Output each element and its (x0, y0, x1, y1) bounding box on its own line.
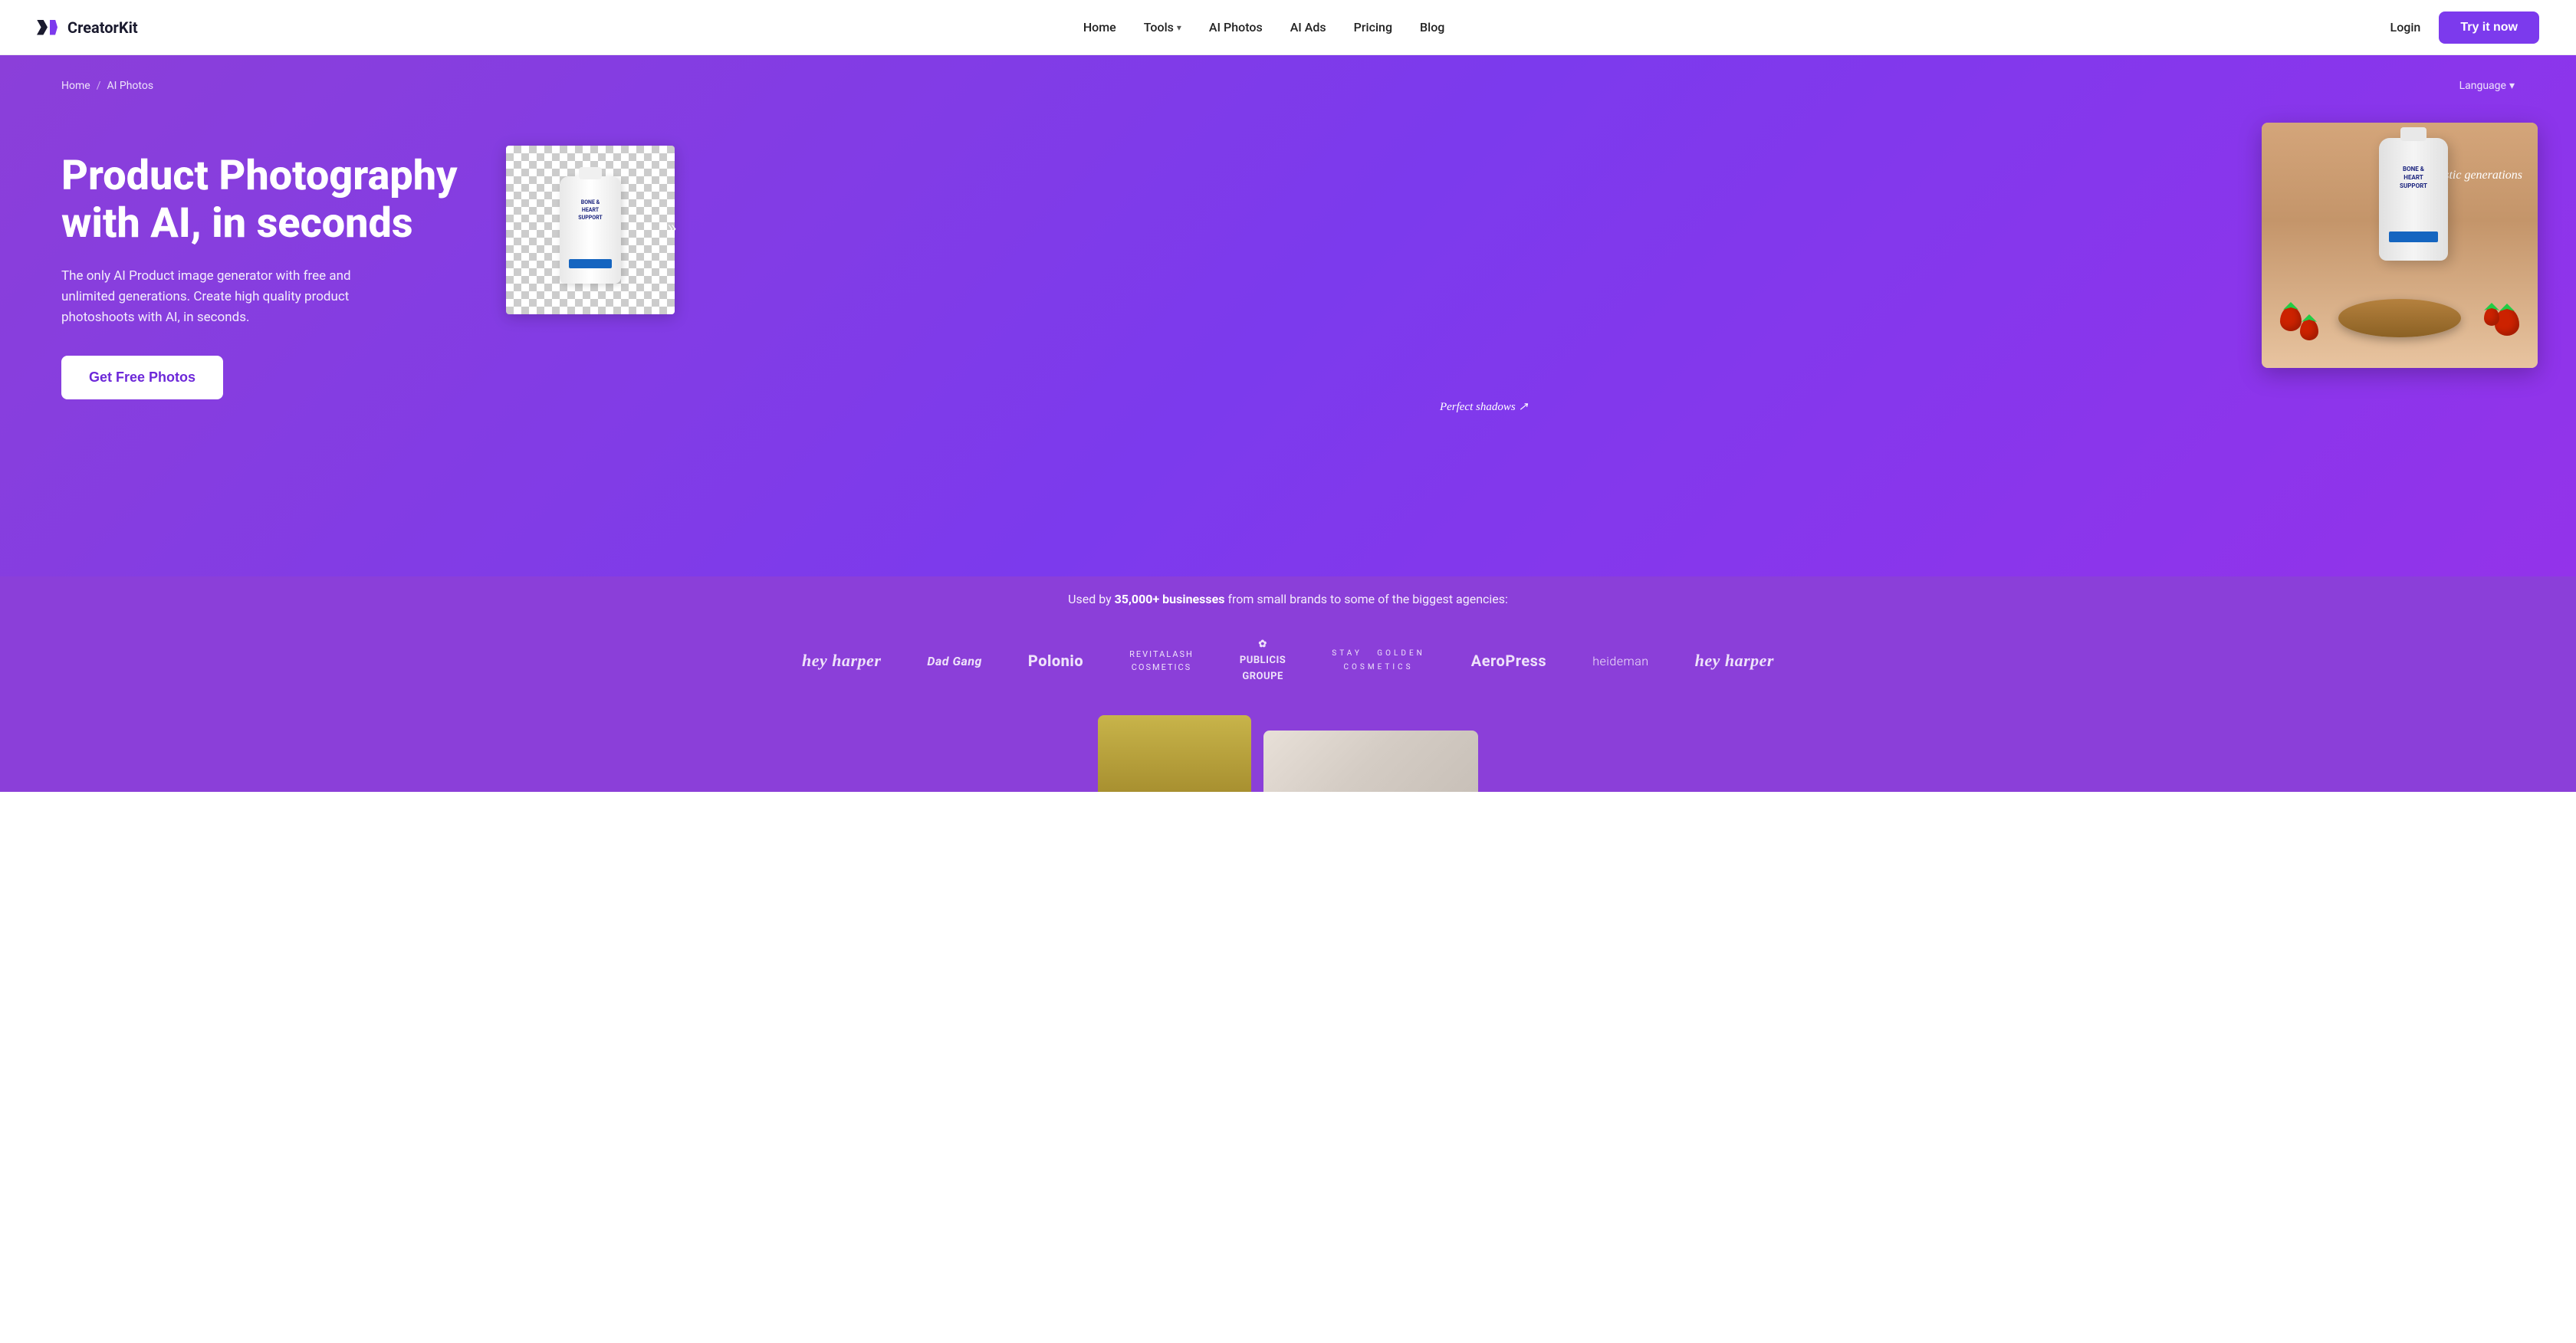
logo-icon (37, 18, 61, 37)
hero-subtitle: The only AI Product image generator with… (61, 266, 391, 329)
brand-logos-row: hey harper Dad Gang Polonio REVITALASHCO… (0, 637, 2576, 685)
nav-ai-ads[interactable]: AI Ads (1290, 20, 1326, 34)
nav-home[interactable]: Home (1083, 20, 1116, 34)
tools-chevron-icon: ▾ (1177, 22, 1181, 33)
navbar-left: CreatorKit (37, 18, 138, 37)
language-selector[interactable]: Language ▾ (2459, 80, 2515, 92)
brand-dad-gang: Dad Gang (927, 654, 982, 668)
hero-title: Product Photography with AI, in seconds (61, 153, 460, 248)
bottom-card-yellow (1098, 715, 1251, 792)
nav-tools[interactable]: Tools ▾ (1144, 20, 1181, 34)
logo-icon-part2 (50, 20, 58, 35)
hero-content: Product Photography with AI, in seconds … (0, 92, 2576, 475)
perfect-shadows-label: Perfect shadows ↗ (1440, 399, 1528, 414)
nav-blog[interactable]: Blog (1420, 20, 1444, 34)
brand-hey-harper-1: hey harper (802, 651, 881, 671)
logo-text: CreatorKit (67, 18, 138, 37)
product-bottle-before (560, 176, 621, 284)
hero-visual: » Photorealistic generations ↙ (506, 123, 2515, 429)
strawberry-2 (2300, 319, 2318, 340)
arrow-icon: » (667, 215, 677, 240)
brand-hey-harper-2: hey harper (1695, 651, 1774, 671)
breadcrumb: Home / AI Photos Language ▾ (0, 55, 2576, 92)
brand-publicis: ✿PUBLICISGROUPE (1240, 637, 1286, 685)
brand-revitalash: REVITALASHCOSMETICS (1129, 648, 1194, 675)
main-nav: Home Tools ▾ AI Photos AI Ads Pricing Bl… (1083, 20, 1445, 34)
strawberry-1 (2280, 307, 2302, 331)
brand-heideman: heideman (1592, 654, 1648, 668)
brand-aeropress: AeroPress (1471, 652, 1546, 670)
bottle-label-before (569, 259, 612, 268)
logo-icon-part1 (37, 20, 48, 35)
bottle-label-after (2389, 231, 2438, 242)
navbar: CreatorKit Home Tools ▾ AI Photos AI Ads… (0, 0, 2576, 55)
try-now-button[interactable]: Try it now (2439, 11, 2539, 44)
brand-polonio: Polonio (1028, 652, 1083, 670)
nav-ai-photos[interactable]: AI Photos (1209, 20, 1263, 34)
breadcrumb-current: AI Photos (107, 80, 153, 92)
social-proof-text: Used by 35,000+ businesses from small br… (0, 592, 2576, 606)
navbar-right: Login Try it now (2390, 11, 2539, 44)
bottom-cards-row (0, 715, 2576, 792)
product-bottle-after (2379, 138, 2448, 261)
after-product-card: Photorealistic generations ↙ (2262, 123, 2538, 368)
get-free-photos-button[interactable]: Get Free Photos (61, 356, 223, 399)
before-product-card (506, 146, 675, 314)
breadcrumb-left: Home / AI Photos (61, 80, 153, 92)
strawberry-3 (2495, 308, 2519, 336)
bottom-card-marble (1263, 731, 1478, 792)
login-link[interactable]: Login (2390, 20, 2421, 34)
logo[interactable]: CreatorKit (37, 18, 138, 37)
strawberry-4 (2484, 307, 2499, 326)
language-chevron-icon: ▾ (2509, 80, 2515, 92)
product-bowl (2338, 299, 2461, 337)
breadcrumb-home[interactable]: Home (61, 80, 90, 92)
social-proof-section: Used by 35,000+ businesses from small br… (0, 576, 2576, 715)
bottle-cap-before (579, 167, 602, 179)
breadcrumb-separator: / (97, 80, 101, 92)
hero-section: Home / AI Photos Language ▾ Product Phot… (0, 55, 2576, 576)
nav-pricing[interactable]: Pricing (1354, 20, 1392, 34)
bottle-cap-after (2400, 127, 2426, 141)
hero-text: Product Photography with AI, in seconds … (61, 153, 460, 400)
brand-stay-golden: STAY GOLDENCOSMETICS (1332, 647, 1425, 675)
